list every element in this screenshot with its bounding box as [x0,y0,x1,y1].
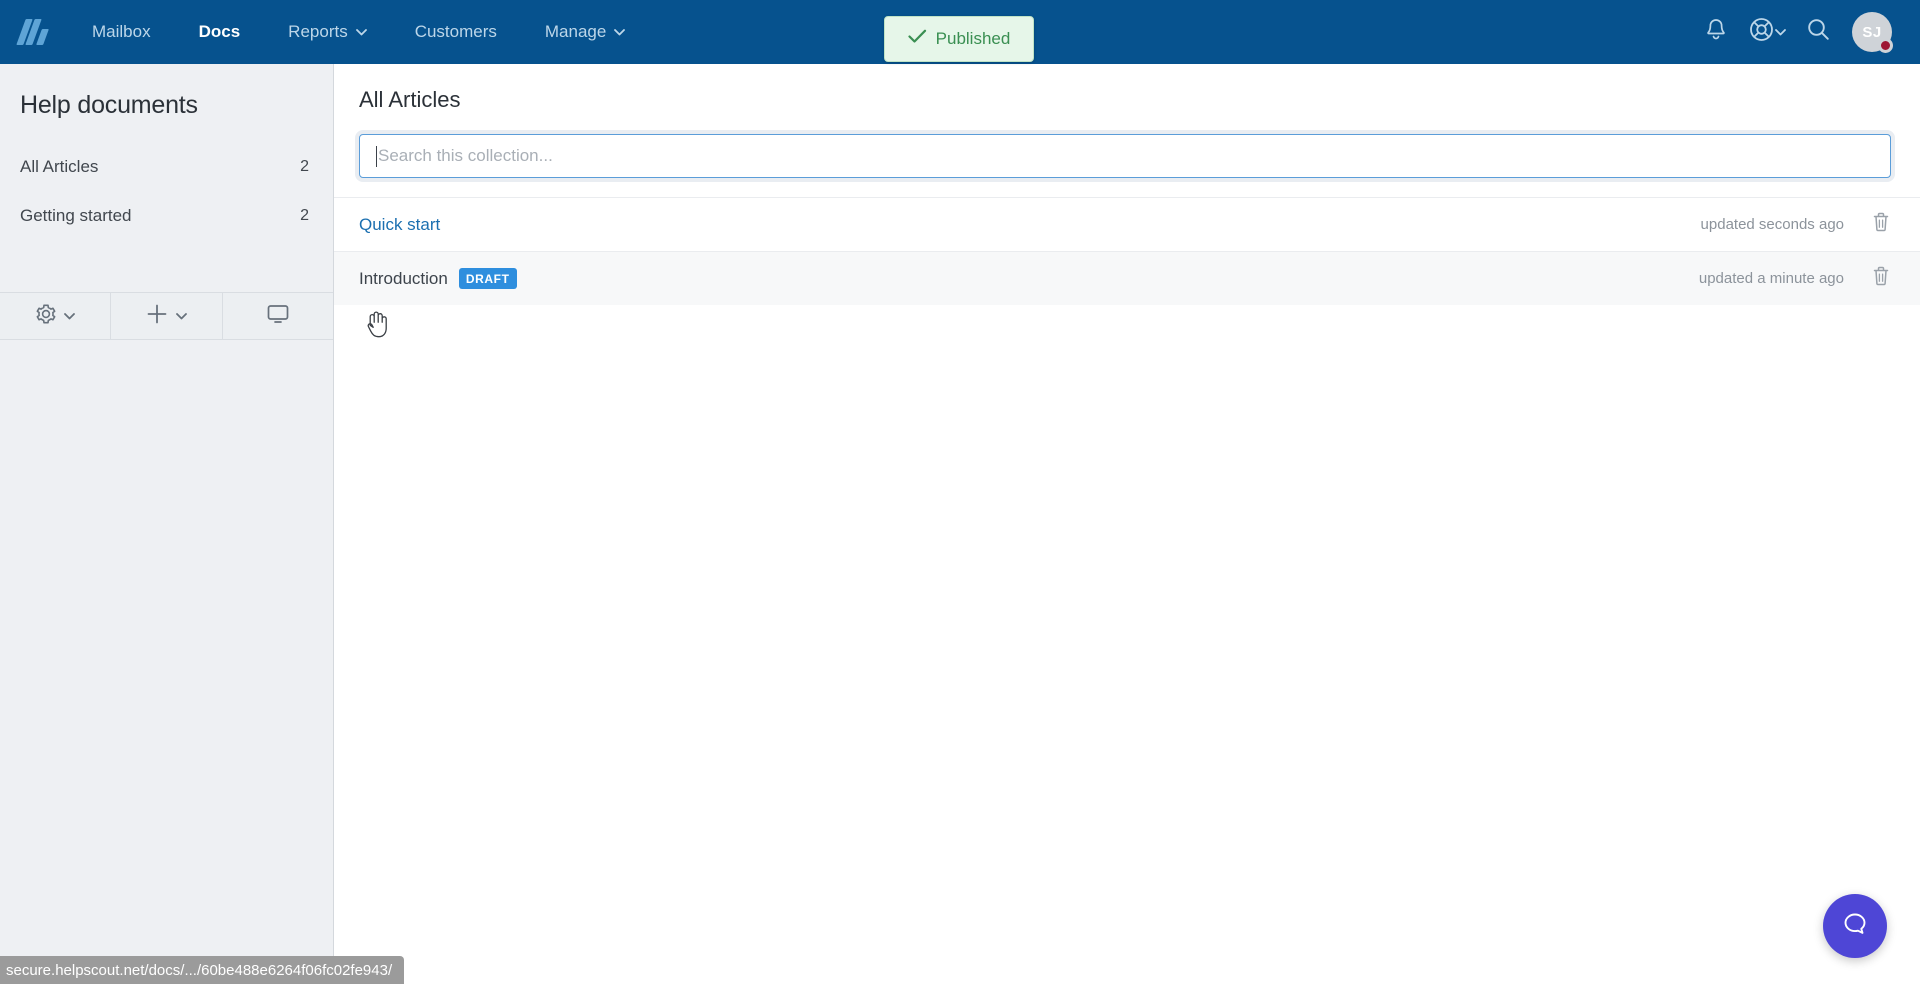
status-badge-draft: DRAFT [458,268,517,289]
nav-item-mailbox[interactable]: Mailbox [68,0,175,64]
sidebar-title: Help documents [20,91,198,119]
bell-icon [1704,17,1728,48]
helpscout-logo-mark [16,19,49,45]
chevron-down-icon [176,307,188,325]
chevron-down-icon [64,307,76,325]
published-toast: Published [884,16,1034,62]
article-row-quick-start[interactable]: Quick start updated seconds ago [334,197,1920,251]
browser-status-bar: secure.helpscout.net/docs/.../60be488e62… [0,956,405,984]
status-badge [1878,38,1893,53]
sidebar-collection-list: All Articles 2 Getting started 2 [0,120,333,240]
plus-icon [145,302,169,331]
delete-article-button[interactable] [1871,265,1891,292]
nav-item-label: Docs [198,22,241,41]
sidebar-item-label: All Articles [20,156,99,176]
avatar-initials: SJ [1862,23,1882,41]
search-icon [1806,17,1831,47]
articles-list: Quick start updated seconds ago Introduc… [334,197,1920,305]
nav-item-label: Reports [288,22,348,41]
nav-item-customers[interactable]: Customers [391,0,521,64]
nav-right-actions: SJ [1690,0,1920,64]
sidebar-item-count: 2 [300,157,309,175]
sidebar-add-button[interactable] [111,293,223,339]
text-caret [376,146,377,167]
sidebar-item-getting-started[interactable]: Getting started 2 [0,191,333,240]
primary-nav-items: Mailbox Docs Reports Customers Manage [68,0,649,64]
nav-item-label: Customers [414,22,497,41]
article-updated-meta: updated a minute ago [1698,270,1844,287]
status-bar-url: secure.helpscout.net/docs/.../60be488e62… [6,961,393,979]
lifebuoy-icon [1748,16,1775,48]
sidebar-toolbar [0,292,333,340]
helpscout-logo[interactable] [0,0,68,64]
notifications-button[interactable] [1690,0,1742,64]
user-avatar-button[interactable]: SJ [1844,0,1900,64]
nav-item-label: Manage [544,22,607,41]
article-title-link[interactable]: Quick start [359,215,440,235]
help-menu-button[interactable] [1742,16,1792,48]
app-root: Mailbox Docs Reports Customers Manage SJ… [0,0,1920,984]
nav-item-docs[interactable]: Docs [175,0,265,64]
article-row-introduction[interactable]: Introduction DRAFT updated a minute ago [334,251,1920,305]
trash-icon [1871,211,1891,238]
gear-icon [35,303,57,330]
search-container [334,113,1920,178]
sidebar-item-all-articles[interactable]: All Articles 2 [0,142,333,191]
main-content: All Articles Quick start updated seconds… [334,64,1920,984]
article-title-link[interactable]: Introduction [359,269,448,289]
chevron-down-icon [355,28,367,36]
sidebar-item-label: Getting started [20,205,132,225]
search-input[interactable] [360,135,1890,177]
help-beacon-button[interactable] [1823,894,1887,958]
check-icon [908,29,927,49]
sidebar-preview-button[interactable] [223,293,333,339]
chevron-down-icon [1775,28,1786,36]
sidebar-item-count: 2 [300,206,309,224]
search-box[interactable] [359,134,1891,178]
chevron-down-icon [614,28,626,36]
nav-item-label: Mailbox [92,22,151,41]
nav-item-reports[interactable]: Reports [264,0,391,64]
delete-article-button[interactable] [1871,211,1891,238]
monitor-icon [266,303,290,330]
sidebar: Help documents All Articles 2 Getting st… [0,64,334,984]
toast-label: Published [935,29,1011,48]
chat-bubble-icon [1840,909,1870,944]
article-updated-meta: updated seconds ago [1700,216,1844,233]
nav-item-manage[interactable]: Manage [521,0,649,64]
sidebar-settings-button[interactable] [0,293,112,339]
search-button[interactable] [1792,0,1844,64]
page-title: All Articles [359,87,461,112]
trash-icon [1871,265,1891,292]
